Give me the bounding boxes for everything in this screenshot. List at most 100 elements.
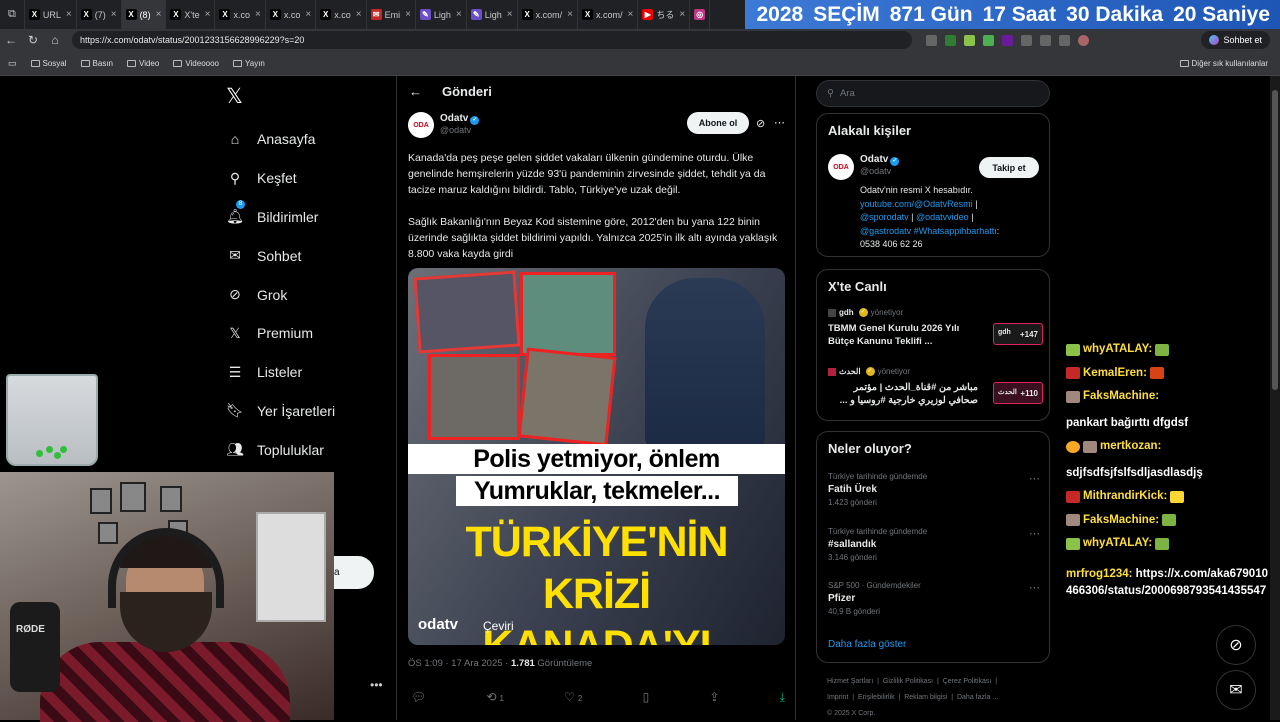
grok-icon[interactable]: ⊘ — [756, 117, 765, 130]
browser-tab[interactable]: Xx.com/× — [578, 0, 638, 29]
browser-tab[interactable]: Xx.com/× — [518, 0, 578, 29]
back-arrow-icon[interactable]: ← — [409, 84, 422, 99]
download-icon[interactable]: ⤓ — [780, 690, 785, 705]
footer-link[interactable]: Hizmet Şartları — [827, 678, 873, 685]
other-bookmarks[interactable]: Diğer sık kullanılanlar — [1180, 59, 1268, 68]
browser-tab[interactable]: ✎Ligh× — [416, 0, 467, 29]
reload-icon[interactable]: ↻ — [22, 33, 44, 47]
bookmark-icon[interactable]: ▯ — [643, 690, 650, 705]
close-icon[interactable]: × — [111, 9, 117, 20]
browser-tab[interactable]: Xx.co× — [215, 0, 265, 29]
related-avatar[interactable]: ODA — [828, 154, 854, 180]
close-icon[interactable]: × — [305, 9, 311, 20]
sidebar-item-home[interactable]: ⌂Anasayfa — [226, 120, 335, 159]
reply-icon[interactable]: 💬︎ — [411, 690, 426, 705]
like-button[interactable]: ♡2 — [564, 690, 582, 705]
more-icon[interactable]: ⋯ — [774, 116, 785, 129]
extension-icon[interactable] — [1021, 35, 1032, 46]
bio-link[interactable]: @odatvvideo — [916, 212, 969, 222]
bio-link[interactable]: youtube.com/@OdatvResmi — [860, 199, 973, 209]
browser-tab[interactable]: ✉Emi× — [367, 0, 416, 29]
author-info[interactable]: Odatv✓ @odatv — [440, 113, 479, 135]
footer-link[interactable]: Imprint — [827, 694, 848, 701]
footer-link[interactable]: Reklam bilgisi — [904, 694, 947, 701]
more-icon[interactable]: ⋯ — [1029, 472, 1040, 485]
browser-tab-active[interactable]: X(8)× — [122, 0, 167, 29]
grok-fab-button[interactable]: ⊘ — [1216, 625, 1256, 665]
more-icon[interactable]: ⋯ — [1029, 527, 1040, 540]
tab-actions[interactable]: ⧉ — [0, 0, 25, 29]
trend-item[interactable]: Türkiye tarihinde gündemde Fatih Ürek 1.… — [828, 472, 1040, 507]
close-icon[interactable]: × — [456, 9, 462, 20]
close-icon[interactable]: × — [507, 9, 513, 20]
bookmark-folder[interactable]: Videoooo — [173, 59, 219, 68]
sidebar-item-explore[interactable]: ⚲Keşfet — [226, 159, 335, 198]
search-input[interactable]: ⚲Ara — [816, 80, 1050, 107]
footer-link[interactable]: Erişilebilirlik — [858, 694, 895, 701]
sidebar-item-communities[interactable]: 👥︎Topluluklar — [226, 430, 335, 469]
extension-icon[interactable] — [945, 35, 956, 46]
bio-link[interactable]: #Whatsappihbarhattı — [914, 226, 997, 236]
extension-icon[interactable] — [964, 35, 975, 46]
footer-link[interactable]: Gizlilik Politikası — [883, 678, 933, 685]
share-icon[interactable]: ⇪ — [709, 690, 719, 705]
messages-fab-button[interactable]: ✉ — [1216, 670, 1256, 710]
close-icon[interactable]: × — [679, 9, 685, 20]
instagram-tab[interactable]: ◎ — [690, 0, 710, 29]
browser-tab[interactable]: X(7)× — [77, 0, 122, 29]
extension-icon[interactable] — [1002, 35, 1013, 46]
extension-icon[interactable] — [983, 35, 994, 46]
sidebar-item-bookmarks[interactable]: 🔖︎Yer İşaretleri — [226, 392, 335, 431]
sidebar-item-premium[interactable]: 𝕏Premium — [226, 314, 335, 353]
sidebar-item-lists[interactable]: ☰Listeler — [226, 353, 335, 392]
close-icon[interactable]: × — [567, 9, 573, 20]
related-user[interactable]: Odatv✓ @odatv — [860, 154, 899, 176]
footer-link[interactable]: Çerez Politikası — [943, 678, 992, 685]
retweet-button[interactable]: ⟲1 — [486, 690, 504, 705]
browser-tab[interactable]: Xx.co× — [316, 0, 366, 29]
close-icon[interactable]: × — [66, 9, 72, 20]
avatar[interactable] — [1078, 35, 1089, 46]
bio-link[interactable]: @sporodatv — [860, 212, 909, 222]
show-more-link[interactable]: Daha fazla göster — [828, 639, 906, 650]
copilot-chat-button[interactable]: Sohbet et — [1201, 31, 1270, 49]
post-time[interactable]: ÖS 1:09 · 17 Ara 2025 · — [408, 658, 511, 669]
close-icon[interactable]: × — [205, 9, 211, 20]
footer-link[interactable]: Daha fazla ... — [957, 694, 998, 701]
live-item[interactable]: الحدث✓yönetiyor مباشر من #قناة_الحدث | م… — [828, 367, 1043, 407]
bookmark-folder[interactable]: Video — [127, 59, 159, 68]
post-button[interactable]: a — [334, 556, 374, 589]
home-icon[interactable]: ⌂ — [44, 33, 66, 47]
favorites-icon[interactable] — [1059, 35, 1070, 46]
live-listeners-badge[interactable]: gdh+147 — [993, 323, 1043, 345]
more-icon[interactable]: ••• — [370, 678, 383, 692]
close-icon[interactable]: × — [405, 9, 411, 20]
sidebar-item-grok[interactable]: ⊘Grok — [226, 275, 335, 314]
live-listeners-badge[interactable]: الحدث+110 — [993, 382, 1043, 404]
browser-tab[interactable]: XX'te× — [166, 0, 215, 29]
browser-tab[interactable]: ✎Ligh× — [467, 0, 518, 29]
bio-link[interactable]: @gastrodatv — [860, 226, 911, 236]
trend-item[interactable]: Türkiye tarihinde gündemde #sallandık 3.… — [828, 527, 1040, 562]
close-icon[interactable]: × — [356, 9, 362, 20]
close-icon[interactable]: × — [156, 9, 162, 20]
sidebar-item-chat[interactable]: ✉Sohbet — [226, 236, 335, 275]
browser-tab[interactable]: ▶ちる× — [638, 0, 690, 29]
bookmark-folder[interactable]: Basın — [81, 59, 113, 68]
bookmark-folder[interactable]: Yayın — [233, 59, 265, 68]
back-icon[interactable]: ← — [0, 33, 22, 47]
bookmark-icon[interactable]: ▭ — [8, 58, 17, 69]
author-avatar[interactable]: ODA — [408, 112, 434, 138]
live-item[interactable]: gdh✓yönetiyor TBMM Genel Kurulu 2026 Yıl… — [828, 308, 1043, 348]
extension-icon[interactable] — [1040, 35, 1051, 46]
close-icon[interactable]: × — [255, 9, 261, 20]
close-icon[interactable]: × — [628, 9, 634, 20]
extension-icon[interactable] — [926, 35, 937, 46]
scrollbar-thumb[interactable] — [1272, 90, 1278, 390]
browser-tab[interactable]: XURL× — [25, 0, 77, 29]
x-logo-icon[interactable]: 𝕏 — [226, 84, 243, 109]
more-icon[interactable]: ⋯ — [1029, 581, 1040, 594]
follow-button[interactable]: Takip et — [979, 157, 1039, 178]
post-image[interactable]: Polis yetmiyor, önlem korumuyor Yumrukla… — [408, 268, 785, 645]
trend-item[interactable]: S&P 500 · Gündemdekiler Pfizer 40,9 B gö… — [828, 581, 1040, 616]
